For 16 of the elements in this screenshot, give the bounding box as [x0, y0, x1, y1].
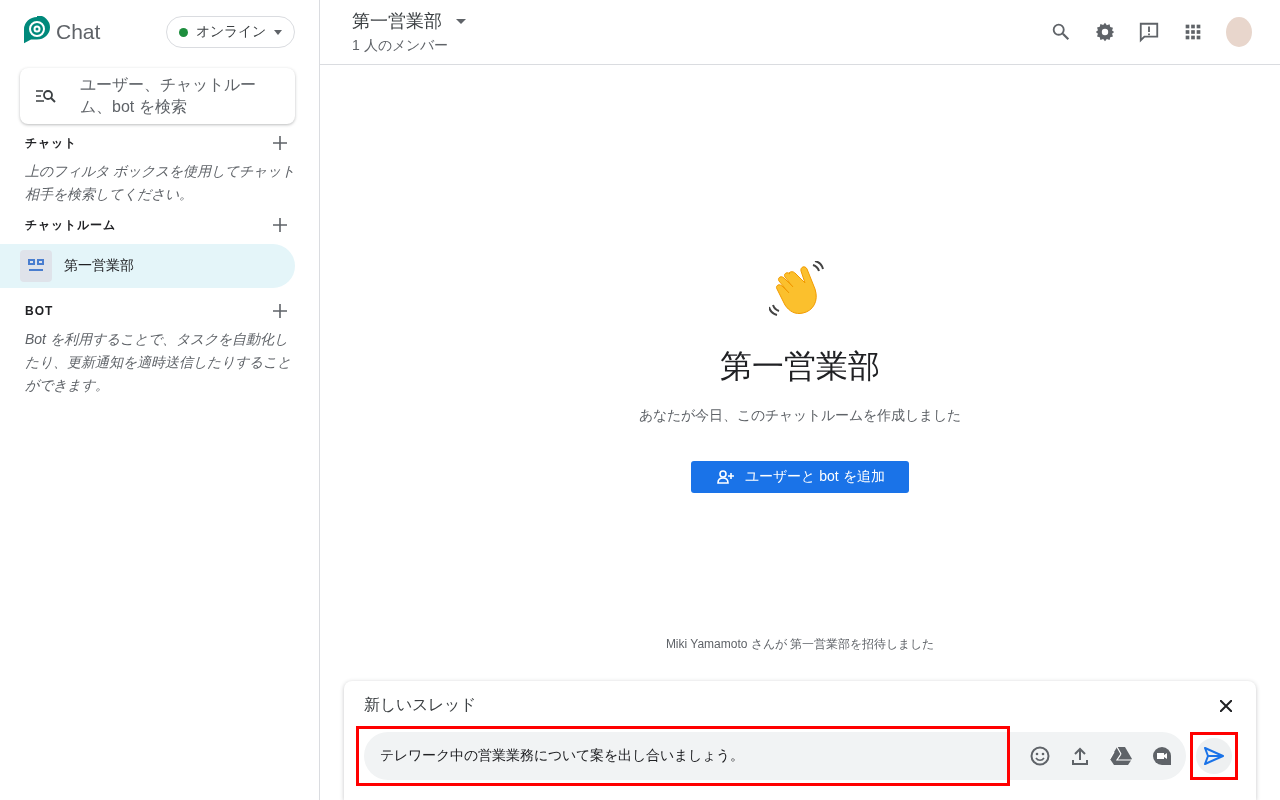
system-message: Miki Yamamoto さんが 第一営業部を招待しました: [664, 636, 936, 653]
member-count: 1 人のメンバー: [352, 37, 449, 55]
status-dropdown[interactable]: オンライン: [166, 16, 295, 48]
section-title: チャットルーム: [25, 216, 116, 234]
welcome-subtitle: あなたが今日、このチャットルームを作成しました: [639, 407, 961, 425]
room-title: 第一営業部: [352, 10, 442, 33]
compose-title: 新しいスレッド: [364, 695, 476, 715]
app-name: Chat: [56, 20, 101, 44]
hint-text: 上のフィルタ ボックスを使用してチャット相手を検索してください。: [24, 162, 296, 204]
message-field[interactable]: テレワーク中の営業業務について案を出し合いましょう。: [364, 732, 1004, 780]
section-title: BOT: [25, 304, 54, 318]
add-people-button[interactable]: ユーザーと bot を追加: [691, 461, 909, 493]
welcome-title: 第一営業部: [720, 347, 880, 386]
room-item[interactable]: 第一営業部: [0, 244, 295, 288]
hint-text: Bot を利用することで、タスクを自動化したり、更新通知を適時送信したりすることができます。: [24, 330, 292, 395]
section-title: チャット: [25, 134, 77, 152]
